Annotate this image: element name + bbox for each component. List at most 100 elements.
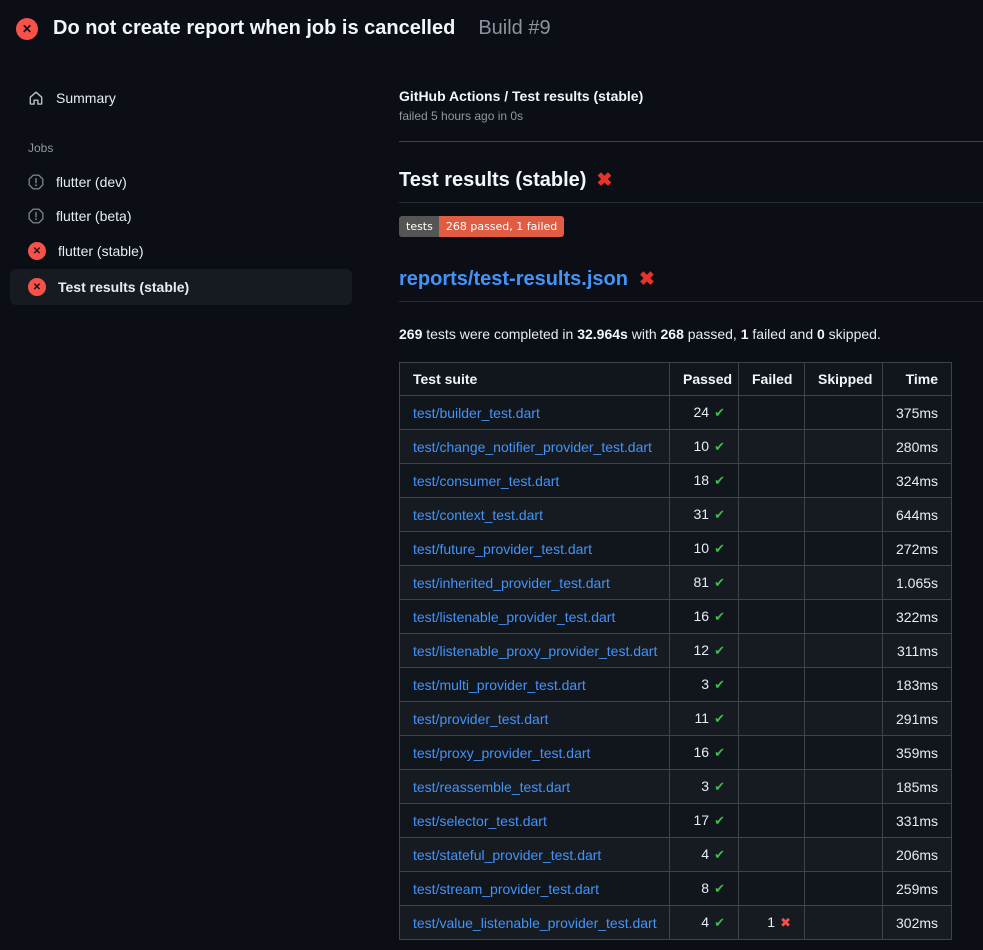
table-row: test/stateful_provider_test.dart 4 ✔ 206ms [400, 838, 952, 872]
passed-count: 24 [694, 404, 710, 420]
skipped-cell [805, 566, 883, 600]
passed-cell: 3✔ [670, 770, 739, 804]
suite-link[interactable]: test/consumer_test.dart [413, 473, 559, 489]
passed-count: 8 [701, 880, 709, 896]
skipped-cell [805, 430, 883, 464]
suite-cell: test/future_provider_test.dart [400, 532, 670, 566]
passed-check-icon: ✔ [714, 541, 725, 556]
passed-check-icon: ✔ [714, 711, 725, 726]
passed-count: 16 [694, 608, 710, 624]
passed-count: 17 [694, 812, 710, 828]
suite-link[interactable]: test/builder_test.dart [413, 405, 540, 421]
passed-cell: 8✔ [670, 872, 739, 906]
suite-link[interactable]: test/stream_provider_test.dart [413, 881, 599, 897]
passed-cell: 3✔ [670, 668, 739, 702]
suite-cell: test/stream_provider_test.dart [400, 872, 670, 906]
passed-cell: 10✔ [670, 430, 739, 464]
time-cell: 311ms [883, 634, 952, 668]
skipped-cell [805, 702, 883, 736]
badge-label: tests [399, 216, 439, 237]
passed-check-icon: ✔ [714, 779, 725, 794]
failed-cell [739, 872, 805, 906]
suite-cell: test/provider_test.dart [400, 702, 670, 736]
checks-sidebar: Summary Jobs flutter (dev) flutter (beta… [0, 57, 375, 305]
time-cell: 302ms [883, 906, 952, 940]
failed-cell [739, 838, 805, 872]
test-results-table: Test suite Passed Failed Skipped Time te… [399, 362, 952, 940]
failed-cell [739, 532, 805, 566]
suite-link[interactable]: test/selector_test.dart [413, 813, 547, 829]
sidebar-item-flutter-stable[interactable]: ✕flutter (stable) [10, 233, 352, 269]
time-cell: 183ms [883, 668, 952, 702]
column-header-passed: Passed [670, 363, 739, 396]
column-header-time: Time [883, 363, 952, 396]
summary-segment: 0 [817, 326, 825, 342]
summary-segment: 269 [399, 326, 422, 342]
table-row: test/reassemble_test.dart 3✔ 185ms [400, 770, 952, 804]
passed-check-icon: ✔ [714, 439, 725, 454]
table-row: test/value_listenable_provider_test.dart… [400, 906, 952, 940]
suite-link[interactable]: test/provider_test.dart [413, 711, 548, 727]
suite-link[interactable]: test/reassemble_test.dart [413, 779, 570, 795]
job-failed-icon: ✕ [28, 242, 46, 260]
suite-link[interactable]: test/listenable_proxy_provider_test.dart [413, 643, 657, 659]
passed-count: 11 [695, 710, 710, 726]
home-icon [28, 90, 44, 106]
report-file-heading[interactable]: reports/test-results.json ✖ [399, 268, 983, 302]
passed-count: 4 [701, 846, 709, 862]
passed-check-icon: ✔ [714, 643, 725, 658]
table-row: test/stream_provider_test.dart8✔259ms [400, 872, 952, 906]
run-title-heading: Do not create report when job is cancell… [53, 17, 455, 40]
suite-link[interactable]: test/inherited_provider_test.dart [413, 575, 610, 591]
table-row: test/selector_test.dart17✔331ms [400, 804, 952, 838]
passed-check-icon: ✔ [714, 745, 725, 760]
suite-link[interactable]: test/change_notifier_provider_test.dart [413, 439, 652, 455]
suite-link[interactable]: test/stateful_provider_test.dart [413, 847, 601, 863]
summary-segment: 32.964s [577, 326, 628, 342]
skipped-cell [805, 906, 883, 940]
time-cell: 322ms [883, 600, 952, 634]
suite-link[interactable]: test/future_provider_test.dart [413, 541, 592, 557]
suite-link[interactable]: test/multi_provider_test.dart [413, 677, 586, 693]
suite-link[interactable]: test/context_test.dart [413, 507, 543, 523]
sidebar-item-flutter-dev[interactable]: flutter (dev) [10, 165, 352, 199]
failed-x-icon: ✖ [596, 171, 612, 190]
passed-check-icon: ✔ [714, 575, 725, 590]
build-number: Build #9 [478, 17, 550, 40]
passed-check-icon: ✔ [714, 507, 725, 522]
passed-cell: 4✔ [670, 906, 739, 940]
sidebar-item-flutter-beta[interactable]: flutter (beta) [10, 199, 352, 233]
table-row: test/listenable_provider_test.dart 16 ✔ 322… [400, 600, 952, 634]
time-cell: 206ms [883, 838, 952, 872]
passed-count: 12 [694, 642, 710, 658]
table-row: test/inherited_provider_test.dart81✔1.06… [400, 566, 952, 600]
sidebar-item-test-results-stable[interactable]: ✕Test results (stable) [10, 269, 352, 305]
failed-cell [739, 566, 805, 600]
passed-cell: 16 ✔ [670, 600, 739, 634]
table-header-row: Test suite Passed Failed Skipped Time [400, 363, 952, 396]
failed-cell [739, 430, 805, 464]
report-file-link[interactable]: reports/test-results.json [399, 268, 628, 291]
suite-link[interactable]: test/listenable_provider_test.dart [413, 609, 615, 625]
sidebar-item-summary[interactable]: Summary [10, 81, 352, 115]
passed-count: 16 [694, 744, 710, 760]
failed-cell [739, 396, 805, 430]
suite-link[interactable]: test/proxy_provider_test.dart [413, 745, 590, 761]
failed-x-icon: ✖ [639, 270, 655, 289]
time-cell: 185ms [883, 770, 952, 804]
jobs-section-label: Jobs [28, 141, 375, 155]
skipped-cell [805, 804, 883, 838]
passed-check-icon: ✔ [714, 847, 725, 862]
passed-cell: 31✔ [670, 498, 739, 532]
passed-check-icon: ✔ [714, 677, 725, 692]
suite-link[interactable]: test/value_listenable_provider_test.dart [413, 915, 657, 931]
passed-check-icon: ✔ [714, 915, 725, 930]
suite-cell: test/builder_test.dart [400, 396, 670, 430]
time-cell: 359ms [883, 736, 952, 770]
table-row: test/multi_provider_test.dart 3✔ 183ms [400, 668, 952, 702]
failed-cell [739, 804, 805, 838]
job-list: flutter (dev) flutter (beta)✕flutter (st… [0, 165, 375, 305]
skipped-cell [805, 872, 883, 906]
check-title-text: Test results (stable) [399, 169, 586, 192]
passed-check-icon: ✔ [714, 609, 725, 624]
